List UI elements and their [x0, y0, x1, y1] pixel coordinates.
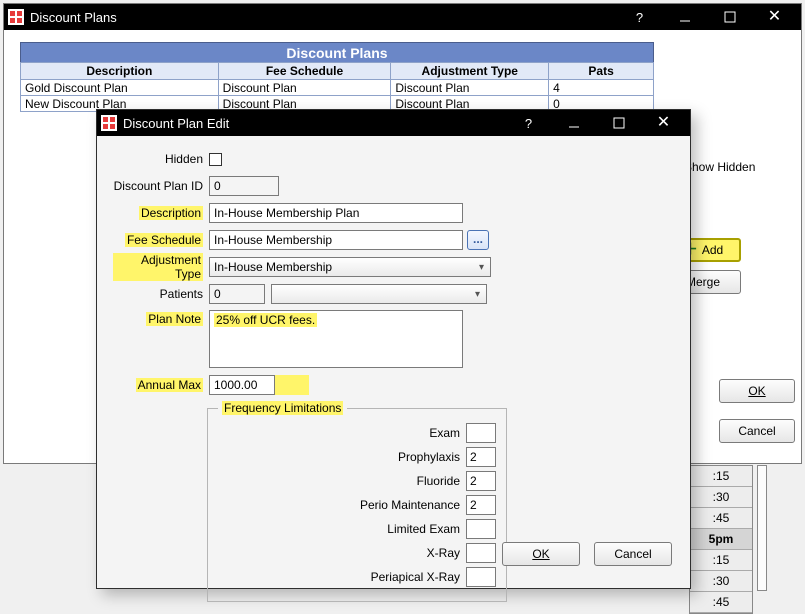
col-fee-schedule[interactable]: Fee Schedule [218, 63, 391, 80]
app-icon [8, 9, 24, 25]
fluoride-field[interactable] [466, 471, 496, 491]
fluoride-label: Fluoride [417, 474, 460, 488]
modal-cancel-button[interactable]: Cancel [594, 542, 672, 566]
adjustment-type-label: Adjustment Type [113, 253, 209, 281]
discount-plan-id-field [209, 176, 279, 196]
parent-title: Discount Plans [30, 10, 117, 25]
modal-titlebar: Discount Plan Edit ? ✕ [97, 110, 690, 136]
time-slot[interactable]: :45 [690, 508, 752, 529]
patients-label: Patients [113, 287, 209, 301]
perio-maintenance-label: Perio Maintenance [360, 498, 460, 512]
schedule-scrollbar[interactable] [757, 465, 767, 591]
col-adjustment-type[interactable]: Adjustment Type [391, 63, 549, 80]
close-button[interactable]: ✕ [752, 4, 797, 30]
patients-select[interactable]: ▾ [271, 284, 487, 304]
xray-field[interactable] [466, 543, 496, 563]
time-slot[interactable]: :30 [690, 487, 752, 508]
time-slot-hour[interactable]: 5pm [690, 529, 752, 550]
time-slot[interactable]: :15 [690, 550, 752, 571]
frequency-limitations-legend: Frequency Limitations [218, 401, 347, 415]
plan-note-label: Plan Note [113, 310, 209, 326]
prophylaxis-field[interactable] [466, 447, 496, 467]
perio-maintenance-field[interactable] [466, 495, 496, 515]
discount-plans-table: Description Fee Schedule Adjustment Type… [20, 62, 654, 112]
description-label: Description [113, 206, 209, 220]
prophylaxis-label: Prophylaxis [398, 450, 460, 464]
chevron-down-icon: ▾ [479, 262, 484, 273]
minimize-button[interactable] [662, 4, 707, 30]
frequency-limitations-group: Frequency Limitations Exam Prophylaxis F… [207, 401, 507, 602]
plan-note-field[interactable]: 25% off UCR fees. [209, 310, 463, 368]
parent-titlebar: Discount Plans ? ✕ [4, 4, 801, 30]
schedule-strip: :15 :30 :45 5pm :15 :30 :45 [689, 465, 753, 614]
modal-close-button[interactable]: ✕ [641, 110, 686, 136]
modal-help-button[interactable]: ? [506, 110, 551, 136]
description-field[interactable] [209, 203, 463, 223]
col-pats[interactable]: Pats [549, 63, 654, 80]
time-slot[interactable]: :30 [690, 571, 752, 592]
chevron-down-icon: ▾ [475, 289, 480, 300]
modal-maximize-button[interactable] [596, 110, 641, 136]
annual-max-label: Annual Max [113, 378, 209, 392]
time-slot[interactable]: :15 [690, 466, 752, 487]
app-icon [101, 115, 117, 131]
table-title: Discount Plans [20, 42, 654, 62]
table-row[interactable]: Gold Discount Plan Discount Plan Discoun… [21, 80, 654, 96]
discount-plan-edit-dialog: Discount Plan Edit ? ✕ Hidden Discount P… [96, 109, 691, 589]
modal-title: Discount Plan Edit [123, 116, 229, 131]
modal-ok-button[interactable]: OK [502, 542, 580, 566]
modal-minimize-button[interactable] [551, 110, 596, 136]
annual-max-field[interactable] [209, 375, 275, 395]
modal-ok-cancel: OK Cancel [502, 542, 672, 574]
exam-field[interactable] [466, 423, 496, 443]
limited-exam-field[interactable] [466, 519, 496, 539]
parent-ok-button[interactable]: OK [719, 379, 795, 403]
periapical-xray-label: Periapical X-Ray [371, 570, 460, 584]
limited-exam-label: Limited Exam [387, 522, 460, 536]
parent-ok-cancel: OK Cancel [719, 379, 795, 451]
exam-label: Exam [429, 426, 460, 440]
modal-body: Hidden Discount Plan ID Description Fee … [97, 136, 690, 588]
show-hidden-label: Show Hidden [684, 160, 755, 174]
adjustment-type-select[interactable]: In-House Membership ▾ [209, 257, 491, 277]
periapical-xray-field[interactable] [466, 567, 496, 587]
hidden-label: Hidden [113, 152, 209, 166]
col-description[interactable]: Description [21, 63, 219, 80]
discount-plan-id-label: Discount Plan ID [113, 179, 209, 193]
maximize-button[interactable] [707, 4, 752, 30]
patients-count-field [209, 284, 265, 304]
parent-cancel-button[interactable]: Cancel [719, 419, 795, 443]
fee-schedule-label: Fee Schedule [113, 233, 209, 247]
fee-schedule-field[interactable] [209, 230, 463, 250]
help-button[interactable]: ? [617, 4, 662, 30]
time-slot[interactable]: :45 [690, 592, 752, 613]
xray-label: X-Ray [427, 546, 460, 560]
fee-schedule-browse-button[interactable]: ... [467, 230, 489, 250]
hidden-checkbox[interactable] [209, 153, 222, 166]
